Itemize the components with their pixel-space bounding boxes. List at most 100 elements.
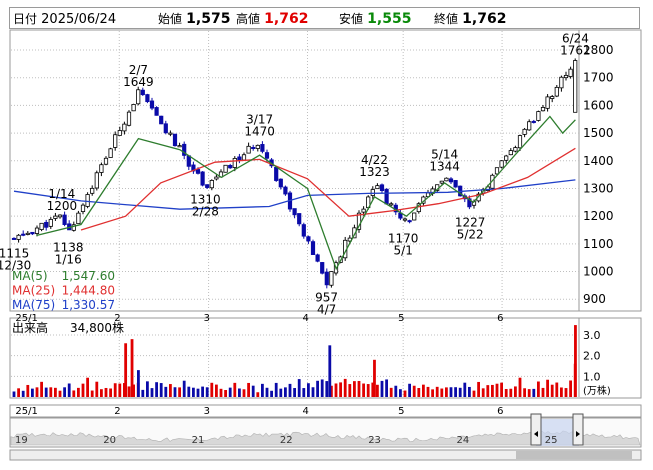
candle-down	[21, 233, 26, 236]
candle-up	[329, 271, 334, 286]
candle-up	[255, 144, 260, 149]
candle-down	[315, 254, 320, 262]
volume-bar	[187, 386, 191, 397]
annotation-value: 1310	[190, 193, 221, 207]
volume-bar	[261, 383, 264, 397]
annotation-date: 1/16	[55, 252, 82, 266]
candle-up	[57, 214, 63, 218]
volume-bar	[150, 388, 154, 397]
overview-left-handle[interactable]	[530, 413, 542, 446]
volume-bar	[118, 383, 122, 397]
candle-down	[11, 237, 17, 240]
volume-bar	[265, 387, 269, 397]
candle-up	[439, 180, 444, 184]
candle-up	[39, 222, 44, 230]
volume-bar	[435, 386, 439, 397]
volume-bar	[334, 383, 338, 397]
candle-down	[448, 178, 454, 183]
annotation-date: 5/1	[394, 243, 413, 257]
candle-down	[30, 231, 35, 235]
candle-up	[494, 167, 500, 175]
volume-bar	[72, 390, 76, 397]
volume-bar	[224, 390, 227, 397]
overview-label: 21	[192, 435, 205, 446]
candle-up	[223, 164, 228, 173]
volume-bar	[63, 387, 66, 397]
x-tick-label: 5	[398, 406, 404, 417]
volume-bar	[104, 387, 108, 397]
volume-bar	[532, 388, 536, 397]
volume-bar	[481, 388, 485, 397]
candle-up	[554, 86, 559, 97]
volume-bar	[146, 381, 149, 397]
candle-up	[375, 185, 380, 190]
candle-down	[292, 208, 297, 216]
volume-bar	[274, 382, 278, 397]
volume-bar	[311, 387, 315, 397]
volume-bar	[468, 386, 471, 397]
overview-scrollbar-thumb[interactable]	[516, 451, 632, 459]
overview-label: 24	[457, 435, 470, 446]
volume-bar	[389, 387, 393, 397]
volume-bar	[385, 379, 388, 397]
candle-down	[531, 120, 536, 123]
candle-down	[228, 165, 233, 169]
candle-down	[297, 213, 302, 225]
candle-down	[163, 123, 168, 134]
overview-right-handle[interactable]	[572, 413, 584, 446]
volume-tick-label: 1.0	[583, 370, 601, 383]
volume-tick-label: 3.0	[583, 329, 601, 342]
volume-bar	[113, 383, 117, 397]
annotation-value: 1227	[455, 216, 486, 230]
volume-bar	[504, 388, 508, 397]
volume-bar	[215, 384, 218, 397]
overview-label: 19	[15, 435, 28, 446]
candle-up	[540, 107, 546, 112]
y-tick-label: 900	[583, 292, 606, 306]
candle-up	[103, 157, 109, 165]
volume-bar	[182, 380, 186, 397]
candle-down	[145, 94, 150, 103]
volume-bar	[399, 389, 402, 397]
volume-bar	[238, 388, 241, 397]
volume-bar	[555, 382, 559, 397]
candle-down	[149, 100, 155, 109]
volume-bar	[228, 387, 232, 397]
volume-bar	[284, 387, 287, 397]
overview-label: 20	[103, 435, 116, 446]
volume-bar	[58, 390, 62, 397]
candle-down	[140, 89, 145, 96]
y-tick-label: 1000	[583, 265, 614, 279]
candle-up	[241, 154, 247, 161]
volume-bar	[514, 386, 517, 397]
candle-down	[324, 271, 329, 286]
volume-bar	[426, 386, 430, 397]
volume-bar	[54, 387, 57, 397]
candle-up	[559, 76, 564, 89]
volume-bar	[256, 392, 260, 397]
volume-bar	[550, 384, 554, 397]
volume-bar	[541, 387, 545, 397]
annotation-value: 1470	[244, 124, 275, 138]
y-tick-label: 1300	[583, 181, 614, 195]
volume-bar	[178, 387, 181, 397]
volume-unit-label: (万株)	[583, 384, 611, 397]
volume-bar	[518, 377, 522, 397]
candle-up	[76, 212, 81, 225]
overview-label: 23	[368, 435, 381, 446]
annotation-value: 1323	[359, 165, 390, 179]
candle-up	[563, 74, 569, 79]
candle-up	[508, 150, 513, 156]
volume-bar	[196, 388, 200, 397]
annotation-value: 1115	[0, 247, 29, 261]
volume-bar	[445, 387, 448, 397]
candle-down	[195, 169, 201, 174]
candle-up	[108, 148, 113, 158]
x-tick-label: 6	[497, 313, 503, 324]
volume-bar	[373, 359, 376, 397]
candle-up	[522, 128, 527, 135]
candle-down	[407, 220, 412, 223]
volume-bar	[124, 343, 128, 397]
volume-bar	[201, 386, 204, 397]
candle-up	[517, 135, 523, 149]
